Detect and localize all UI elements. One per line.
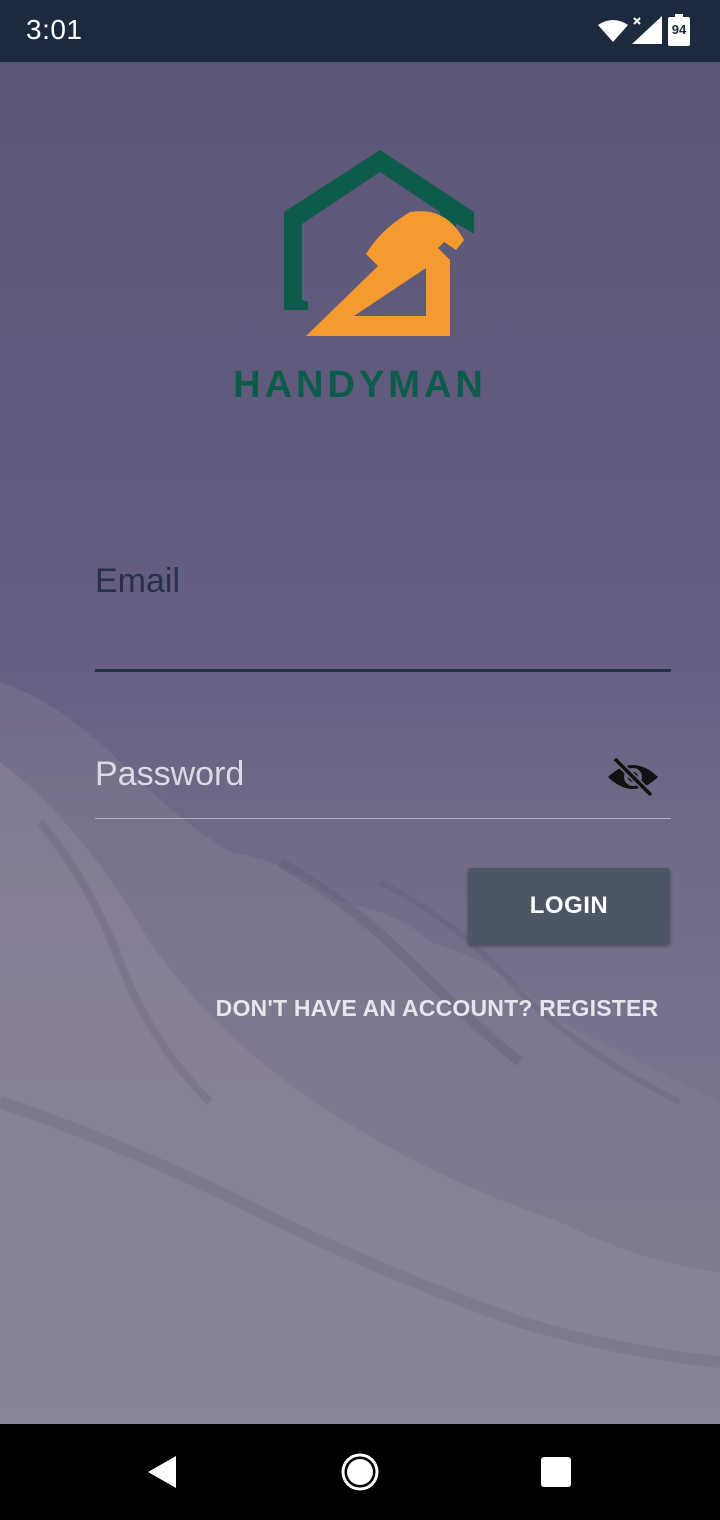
email-label: Email: [95, 562, 181, 600]
login-button[interactable]: LOGIN: [468, 868, 670, 944]
password-field[interactable]: Password: [95, 747, 671, 819]
email-field[interactable]: Email: [95, 552, 671, 672]
brand-name: HANDYMAN: [233, 364, 487, 406]
eye-off-icon[interactable]: [605, 755, 661, 799]
email-underline: [95, 669, 671, 672]
status-bar: 3:01 94: [0, 0, 720, 62]
back-icon[interactable]: [142, 1452, 182, 1492]
battery-level: 94: [671, 22, 687, 37]
status-time: 3:01: [26, 14, 83, 45]
recents-icon[interactable]: [536, 1452, 576, 1492]
home-icon[interactable]: [340, 1452, 380, 1492]
navigation-bar: [0, 1424, 720, 1520]
register-link[interactable]: DON'T HAVE AN ACCOUNT? REGISTER: [200, 995, 674, 1022]
password-underline: [95, 818, 671, 819]
password-label: Password: [95, 755, 245, 793]
login-screen: HANDYMAN Email Password LOGIN DON'T HAVE…: [0, 62, 720, 1424]
wifi-icon: [598, 20, 628, 42]
status-icons: 94: [598, 14, 694, 48]
signal-icon: [632, 16, 662, 44]
